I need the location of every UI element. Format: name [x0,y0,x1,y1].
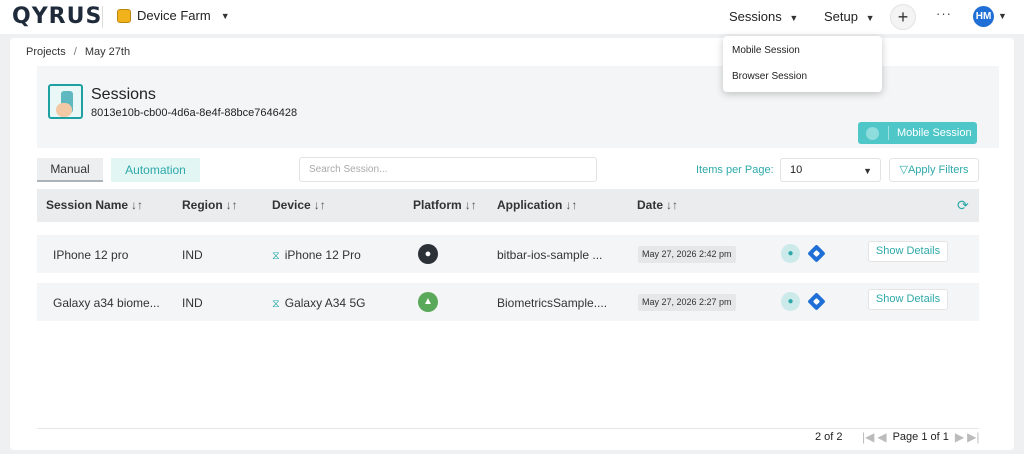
nav-setup[interactable]: Setup ▼ [824,9,875,24]
caret-down-icon: ▼ [865,13,875,23]
android-icon: ▲ [418,292,438,312]
column-session-name[interactable]: Session Name ↓↑ [46,198,143,212]
apple-icon: ● [418,244,438,264]
more-menu-button[interactable]: ··· [936,6,952,21]
device-icon: ⧖ [272,250,280,262]
page-title: Sessions [91,86,156,103]
session-icon [48,84,83,119]
date-badge: May 27, 2026 2:42 pm [638,246,736,263]
device-icon: ⧖ [272,298,280,310]
session-id: 8013e10b-cb00-4d6a-8e4f-88bce7646428 [91,107,298,119]
region: IND [182,248,203,262]
menu-item-mobile-session[interactable]: Mobile Session [732,45,800,56]
sessions-dropdown-menu: Mobile Session Browser Session [723,36,882,92]
nav-setup-label: Setup [824,9,858,24]
items-per-page-label: Items per Page: [696,164,774,176]
user-icon[interactable]: ● [781,292,800,311]
column-device[interactable]: Device ↓↑ [272,198,326,212]
workspace-selector[interactable]: Device Farm ▼ [117,8,230,23]
show-details-button[interactable]: Show Details [868,289,948,310]
device: ⧖ Galaxy A34 5G [272,296,366,310]
breadcrumb-projects[interactable]: Projects [26,46,66,58]
session-name: Galaxy a34 biome... [53,296,160,310]
workspace-label: Device Farm [137,8,211,23]
sort-icon: ↓↑ [225,198,238,212]
apply-filters-label: Apply Filters [907,164,969,176]
pagination: |◀ ◀ Page 1 of 1 ▶ ▶| [862,430,979,444]
first-page-icon[interactable]: |◀ [862,430,874,444]
items-per-page-value: 10 [790,164,803,176]
caret-down-icon: ▼ [789,13,799,23]
logo-divider [102,6,103,28]
refresh-icon[interactable]: ⟳ [957,197,969,214]
add-button[interactable]: + [890,4,916,30]
caret-down-icon[interactable]: ▼ [998,11,1007,21]
application: BiometricsSample.... [497,296,608,310]
top-bar: QYRUS Device Farm ▼ Sessions ▼ Setup ▼ +… [0,0,1024,34]
nav-sessions-label: Sessions [729,9,782,24]
breadcrumb-current: May 27th [84,46,131,58]
sort-icon: ↓↑ [464,198,477,212]
column-platform[interactable]: Platform ↓↑ [413,198,477,212]
apply-filters-button[interactable]: ▽Apply Filters [889,158,979,182]
breadcrumb-separator: / [73,46,77,58]
tab-automation[interactable]: Automation [111,158,200,182]
session-name: IPhone 12 pro [53,248,129,262]
new-mobile-session-label: Mobile Session [897,127,972,139]
column-region[interactable]: Region ↓↑ [182,198,238,212]
next-page-icon[interactable]: ▶ [955,430,964,444]
caret-down-icon: ▼ [863,166,872,176]
search-input[interactable]: Search Session... [299,157,597,182]
user-icon[interactable]: ● [781,244,800,263]
column-application[interactable]: Application ↓↑ [497,198,577,212]
sort-icon: ↓↑ [666,198,679,212]
page-indicator: Page 1 of 1 [892,431,949,443]
device: ⧖ iPhone 12 Pro [272,248,361,262]
prev-page-icon[interactable]: ◀ [877,430,886,444]
column-date[interactable]: Date ↓↑ [637,198,678,212]
sort-icon: ↓↑ [565,198,578,212]
new-mobile-session-button[interactable]: Mobile Session [858,122,977,144]
caret-down-icon: ▼ [220,10,230,21]
date-badge: May 27, 2026 2:27 pm [638,294,736,311]
device-farm-icon [117,8,131,23]
last-page-icon[interactable]: ▶| [967,430,979,444]
items-per-page-select[interactable]: 10 ▼ [780,158,881,182]
tab-manual[interactable]: Manual [37,158,103,182]
show-details-button[interactable]: Show Details [868,241,948,262]
region: IND [182,296,203,310]
filter-icon: ▽ [899,164,908,176]
plus-icon: + [897,7,909,27]
application: bitbar-ios-sample ... [497,248,603,262]
avatar[interactable]: HM [973,6,994,27]
nav-sessions[interactable]: Sessions ▼ [729,9,798,24]
sort-icon: ↓↑ [131,198,144,212]
sort-icon: ↓↑ [313,198,326,212]
breadcrumb: Projects / May 27th [26,46,130,58]
menu-item-browser-session[interactable]: Browser Session [732,71,807,82]
result-count: 2 of 2 [815,431,843,443]
qyrus-logo[interactable]: QYRUS [12,4,102,29]
plus-circle-icon [866,126,879,140]
